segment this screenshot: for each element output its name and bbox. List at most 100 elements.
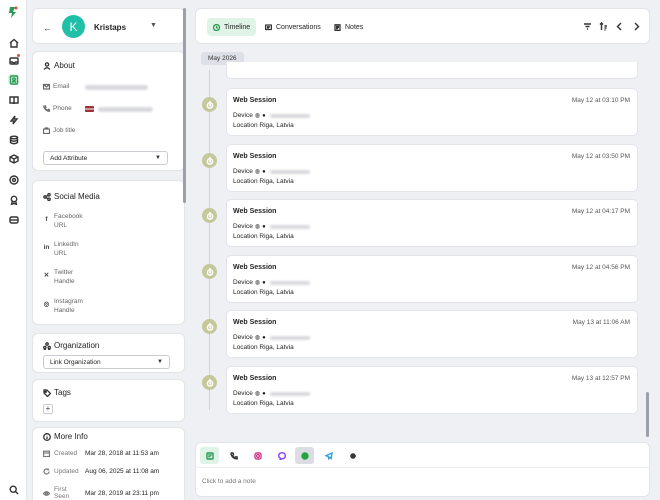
session-badge-icon [202,97,217,112]
social-facebook[interactable]: f Facebook URL [43,212,82,230]
timeline-event-card[interactable]: Web Session May 12 at 04:56 PM Device ◍ ● Loc… [226,255,638,303]
lightning-icon[interactable] [8,114,19,125]
timeline-line [209,70,210,410]
organization-card: Organization Link Organization ▼ [32,333,185,373]
note-icon [334,23,341,31]
info-icon [43,432,51,441]
device-value-redacted [269,280,310,285]
event-timestamp: May 12 at 03:10 PM [571,97,630,104]
channel-whatsapp-button[interactable] [295,447,314,464]
inbox-icon[interactable] [8,54,20,66]
storage-icon[interactable] [8,214,19,225]
cube-icon[interactable] [8,153,19,164]
tag-icon [43,388,51,397]
apple-icon: ● [262,279,266,286]
channel-integration-button[interactable] [343,447,362,464]
social-instagram[interactable]: ◎ Instagram Handle [43,297,83,315]
timeline-event-partial[interactable] [226,62,638,79]
eye-icon [43,490,50,496]
device-value-redacted [269,391,310,396]
event-title: Web Session [233,153,277,160]
filter-icon[interactable] [582,21,592,31]
timeline-event-card[interactable]: Web Session May 13 at 12:57 PM Device ◍ ● Loc… [226,366,638,414]
social-media-card: Social Media f Facebook URL in LinkedIn UR… [32,180,185,325]
app-logo-icon[interactable] [6,5,20,19]
chevron-right-icon[interactable] [631,21,641,31]
info-row-created: Created Mar 28, 2018 at 11:53 am [43,450,159,457]
instagram-icon [253,451,262,460]
browser-icon: ◍ [254,280,261,286]
contacts-icon[interactable] [8,74,19,85]
timeline-event-card[interactable]: Web Session May 13 at 11:06 AM Device ◍ ● Loc… [226,310,638,358]
device-label: Device [233,168,253,175]
sparkle-icon [349,452,356,459]
organization-icon [43,341,51,350]
tab-timeline[interactable]: Timeline [207,18,257,36]
event-title: Web Session [233,375,277,382]
contact-header-card: ← K Kristaps ▼ [32,8,185,44]
home-icon[interactable] [8,37,19,48]
browser-icon: ◍ [254,224,261,230]
channel-messenger-button[interactable] [272,447,291,464]
apple-icon: ● [262,223,266,230]
back-arrow-icon[interactable]: ← [43,23,52,33]
target-icon[interactable] [8,174,19,185]
device-value-redacted [269,169,310,174]
phone-value-redacted[interactable] [98,107,153,112]
job-title-field[interactable]: Job title [43,127,75,134]
email-field-label: Email [43,83,69,90]
mail-icon [43,83,50,90]
tags-card: Tags + [32,379,185,422]
phone-field-label: Phone [43,105,72,112]
tab-conversations[interactable]: Conversations [259,18,327,36]
event-device: Device ◍ ● [233,334,310,341]
linkedin-icon: in [43,244,50,251]
social-twitter[interactable]: ✕ Twitter Handle [43,268,75,286]
sort-icon[interactable] [598,21,608,31]
browser-icon: ◍ [254,169,261,175]
timeline-event-card[interactable]: Web Session May 12 at 03:10 PM Device ◍ ● Loc… [226,88,638,136]
event-timestamp: May 12 at 04:17 PM [571,208,630,215]
social-linkedin[interactable]: in LinkedIn URL [43,240,79,258]
add-attribute-select[interactable]: Add Attribute ▼ [43,151,168,165]
timeline-event-card[interactable]: Web Session May 12 at 04:17 PM Device ◍ ● Loc… [226,199,638,247]
calendar-icon [43,450,50,457]
channel-note-button[interactable] [200,447,219,464]
organization-title: Organization [43,341,99,350]
main-header: Timeline Conversations Notes [195,8,650,44]
refresh-icon [43,468,50,475]
book-icon[interactable] [8,94,19,105]
whatsapp-icon [300,451,309,460]
timeline-event-card[interactable]: Web Session May 12 at 03:50 PM Device ◍ ● Loc… [226,144,638,192]
event-timestamp: May 12 at 03:50 PM [571,153,630,160]
link-organization-select[interactable]: Link Organization ▼ [43,355,170,369]
messenger-icon [277,451,286,460]
event-device: Device ◍ ● [233,279,310,286]
timeline-scrollbar[interactable] [646,392,649,437]
event-device: Device ◍ ● [233,168,310,175]
tab-notes[interactable]: Notes [328,18,369,36]
search-icon[interactable] [8,484,19,495]
notification-dot [17,54,20,57]
contact-menu-caret-icon[interactable]: ▼ [150,22,157,29]
add-tag-button[interactable]: + [43,404,53,414]
award-icon[interactable] [8,194,19,205]
note-input[interactable]: Click to add a note [202,478,256,485]
avatar: K [62,15,85,38]
database-icon[interactable] [8,134,19,145]
event-title: Web Session [233,319,277,326]
email-value-redacted[interactable] [85,85,148,90]
channel-telegram-button[interactable] [319,447,338,464]
device-label: Device [233,279,253,286]
event-device: Device ◍ ● [233,390,310,397]
latvia-flag-icon[interactable] [85,106,94,112]
more-info-title: More Info [43,432,88,441]
instagram-icon: ◎ [43,301,50,308]
event-location: Location Riga, Latvia [233,122,294,129]
session-badge-icon [202,264,217,279]
channel-call-button[interactable] [224,447,243,464]
contact-panel-scrollbar[interactable] [183,8,186,203]
channel-instagram-button[interactable] [248,447,267,464]
apple-icon: ● [262,390,266,397]
chevron-left-icon[interactable] [614,21,624,31]
